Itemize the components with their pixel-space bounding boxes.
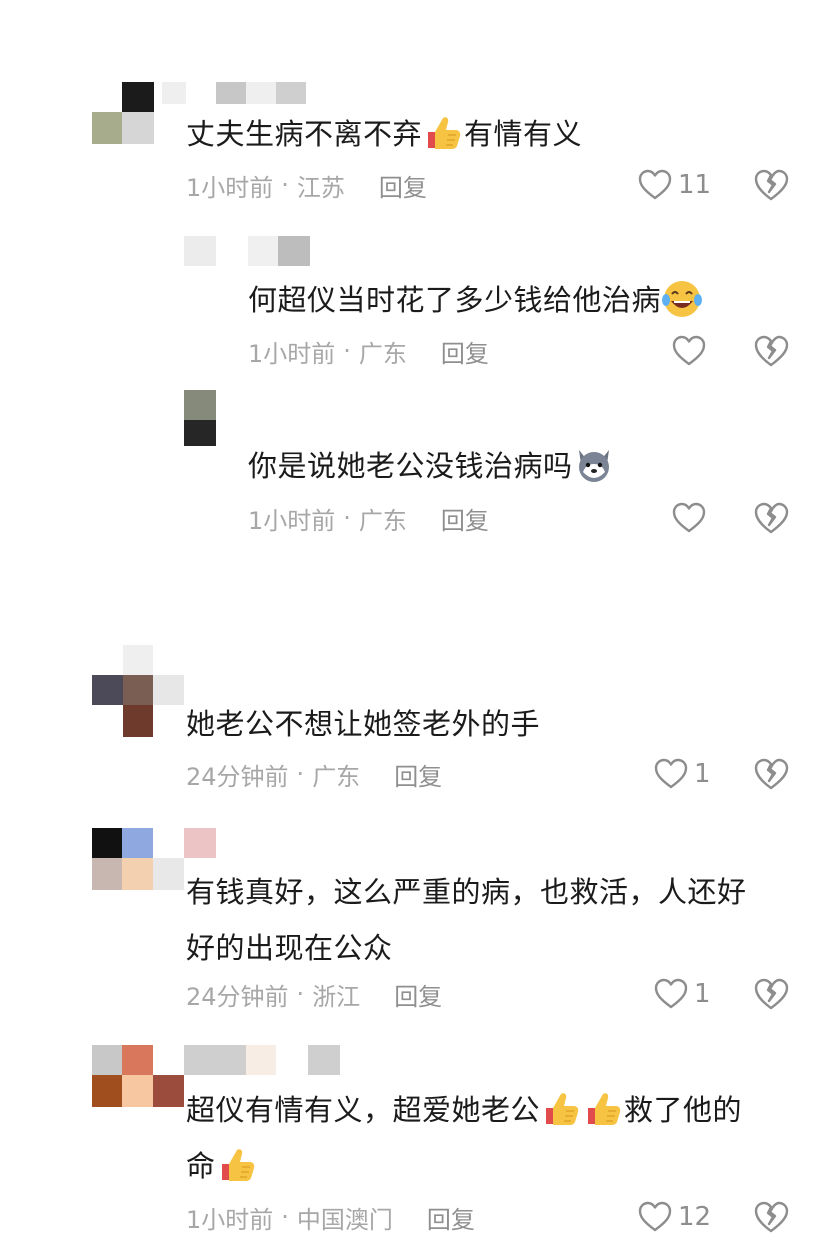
meta-separator: · [281,1203,289,1231]
comment-text-line: 有情有义 [464,117,583,151]
comment-text-line: 何超仪当时花了多少钱给他治病 [248,283,662,317]
like-button[interactable]: 12 [638,1199,711,1235]
comment-time: 24分钟前 [186,982,289,1011]
broken-heart-icon[interactable] [753,500,789,536]
comment-meta: 1小时前 · 中国澳门 回复 [186,1200,475,1234]
comment-time: 1小时前 [248,339,336,368]
like-button[interactable] [672,333,706,369]
reply-button[interactable]: 回复 [379,168,427,203]
heart-outline-icon [654,758,688,789]
heart-outline-icon [672,335,706,366]
reply-button[interactable]: 回复 [427,1200,475,1235]
broken-heart-icon[interactable] [753,1199,789,1235]
comment-text: 你是说她老公没钱治病吗 [248,438,615,494]
username-blurred[interactable] [184,828,216,858]
comment-location: 江苏 [296,173,345,202]
comment-location: 中国澳门 [296,1205,393,1234]
comment-meta: 24分钟前 · 浙江 回复 [186,977,442,1011]
comment-text: 何超仪当时花了多少钱给他治病 [248,272,703,328]
comment-text-line: 她老公不想让她签老外的手 [186,707,541,741]
like-count: 11 [678,170,712,200]
thumbs-up-emoji [221,1149,254,1181]
heart-outline-icon [672,502,706,533]
comment-text-line: 好的出现在公众 [186,931,393,965]
reply-button[interactable]: 回复 [394,757,442,792]
broken-heart-icon[interactable] [753,756,789,792]
meta-separator: · [296,980,305,1008]
heart-outline-icon [638,169,672,200]
avatar[interactable] [92,645,184,737]
comment-text: 丈夫生病不离不弃 有情有义 [186,106,582,162]
comment-meta: 1小时前 · 广东 回复 [248,334,489,368]
like-button[interactable] [672,500,706,536]
comment-text: 她老公不想让她签老外的手 [186,696,540,752]
username-blurred[interactable] [162,82,342,104]
comment-meta: 1小时前 · 江苏 回复 [186,168,427,202]
comment-time: 1小时前 [248,506,336,535]
heart-outline-icon [638,1201,672,1232]
reply-button[interactable]: 回复 [441,501,489,536]
avatar[interactable] [92,828,184,890]
username-blurred[interactable] [184,1045,340,1075]
comment-location: 浙江 [312,982,361,1011]
comment-text-line: 命 [186,1149,216,1183]
meta-separator: · [343,337,351,365]
comment-time: 1小时前 [186,173,274,202]
comment-location: 广东 [358,506,407,535]
like-button[interactable]: 11 [638,167,711,203]
meta-separator: · [281,171,289,199]
avatar[interactable] [184,390,216,446]
comment-text-line: 有钱真好，这么严重的病，也救活，人还好 [186,875,747,909]
meta-separator: · [343,504,351,532]
username-blurred[interactable] [248,236,310,266]
thumbs-up-emoji [588,1093,621,1125]
reply-button[interactable]: 回复 [441,334,489,369]
comment-text-line: 救了他的 [624,1093,743,1127]
broken-heart-icon[interactable] [753,976,789,1012]
laughing-tears-emoji [662,281,703,317]
avatar[interactable] [184,236,216,266]
heart-outline-icon [654,978,688,1009]
comment-text: 有钱真好，这么严重的病，也救活，人还好 好的出现在公众 [186,864,747,976]
broken-heart-icon[interactable] [753,167,789,203]
comment-text: 超仪有情有义，超爱她老公 救了他的 命 [186,1082,742,1194]
avatar[interactable] [92,82,154,144]
comment-meta: 1小时前 · 广东 回复 [248,501,489,535]
comment-location: 广东 [358,339,407,368]
broken-heart-icon[interactable] [753,333,789,369]
husky-emoji [578,450,609,482]
like-count: 12 [678,1202,712,1232]
like-count: 1 [694,759,711,789]
meta-separator: · [296,760,305,788]
comment-location: 广东 [312,762,361,791]
comment-time: 1小时前 [186,1205,274,1234]
like-button[interactable]: 1 [654,756,711,792]
comment-meta: 24分钟前 · 广东 回复 [186,757,442,791]
comment-text-line: 超仪有情有义，超爱她老公 [186,1093,541,1127]
thumbs-up-emoji [546,1093,579,1125]
comment-text-line: 丈夫生病不离不弃 [186,117,423,151]
comment-text-line: 你是说她老公没钱治病吗 [248,449,573,483]
reply-button[interactable]: 回复 [394,977,442,1012]
avatar[interactable] [92,1045,184,1107]
thumbs-up-emoji [428,117,461,149]
like-count: 1 [694,979,711,1009]
comment-time: 24分钟前 [186,762,289,791]
like-button[interactable]: 1 [654,976,711,1012]
